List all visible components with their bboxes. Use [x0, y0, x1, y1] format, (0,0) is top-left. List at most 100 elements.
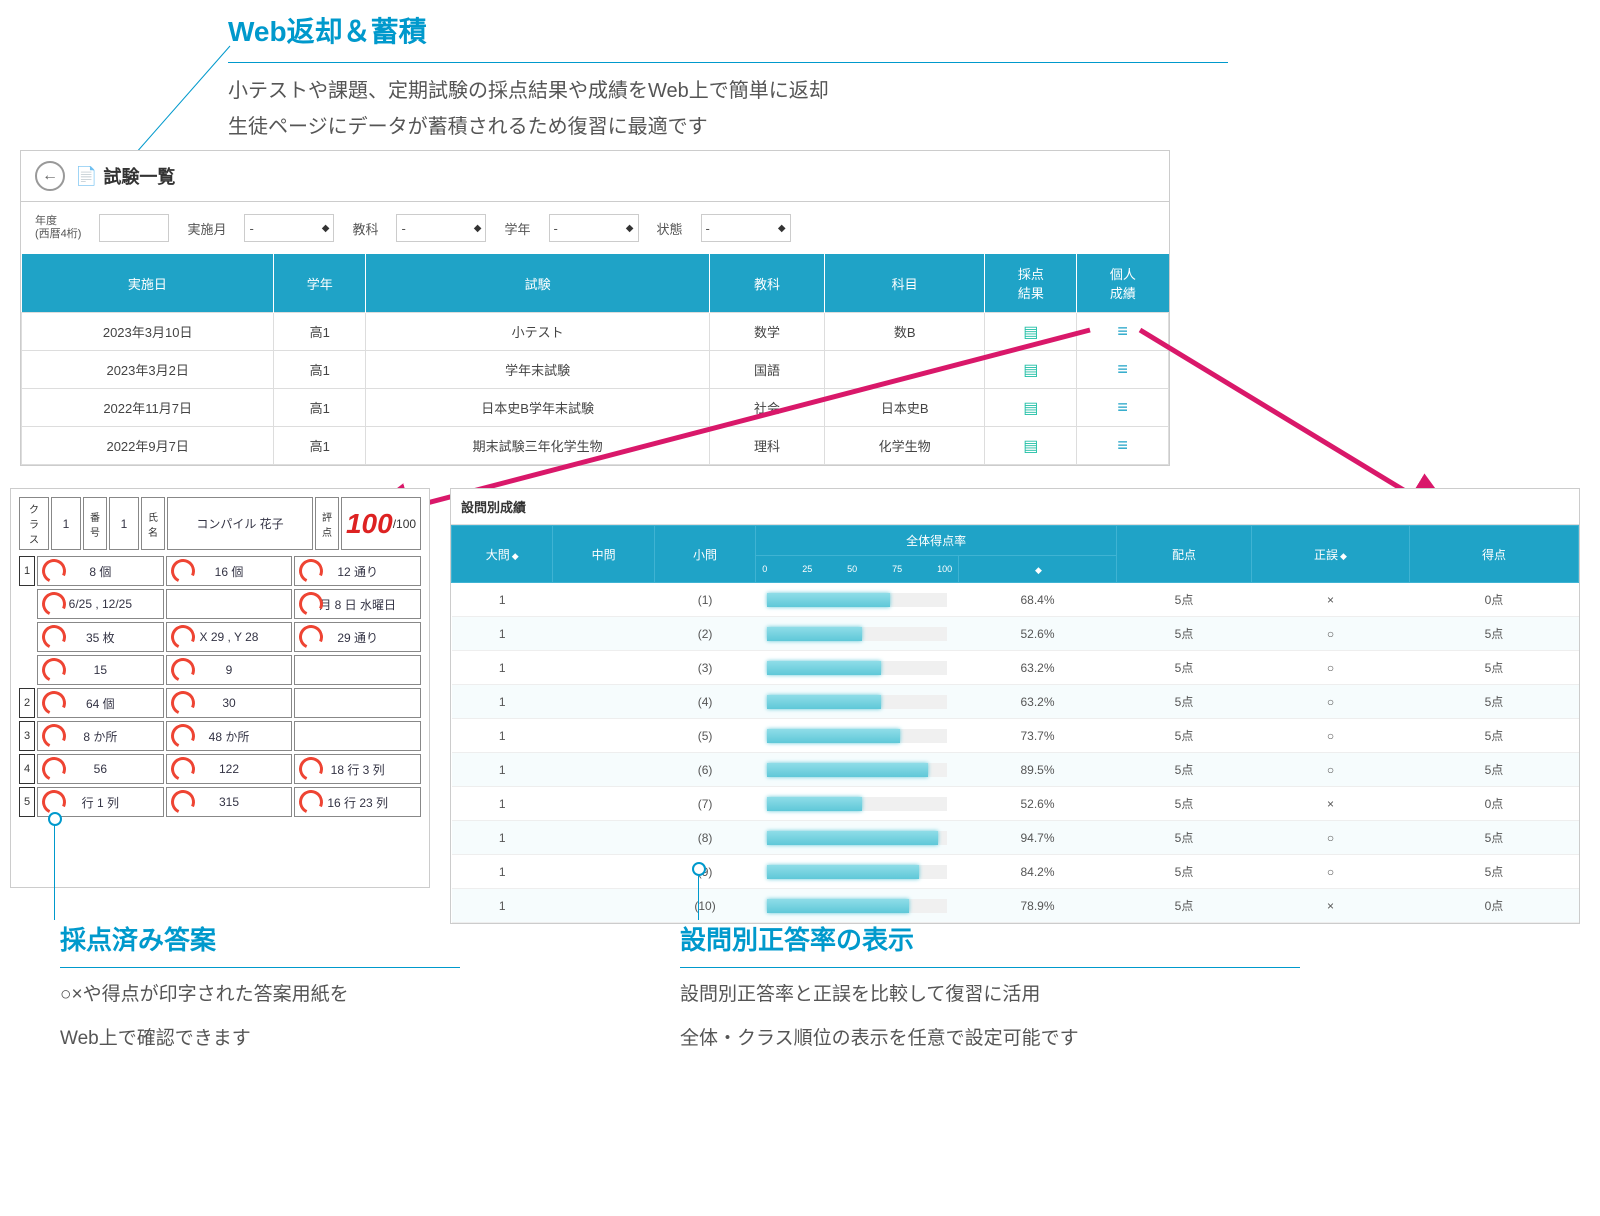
cell-exam: 期末試験三年化学生物 — [366, 427, 710, 465]
cell-exam: 小テスト — [366, 313, 710, 351]
grading-result-link[interactable]: ▤ — [985, 313, 1077, 351]
answer-row: 18 個16 個12 通り — [19, 556, 421, 586]
answer-text: 122 — [219, 762, 239, 776]
answer-cell: 29 通り — [294, 622, 421, 652]
year-input[interactable] — [99, 214, 169, 242]
qres-row: 1 (4) 63.2% 5点 ○ 5点 — [452, 685, 1579, 719]
qres-row: 1 (6) 89.5% 5点 ○ 5点 — [452, 753, 1579, 787]
qres-row: 1 (2) 52.6% 5点 ○ 5点 — [452, 617, 1579, 651]
cell-sub: (5) — [654, 719, 755, 753]
answer-cell: 18 行 3 列 — [294, 754, 421, 784]
cell-q: 1 — [452, 719, 553, 753]
class-value: 1 — [51, 497, 81, 550]
answer-text: 8 個 — [89, 563, 111, 580]
callout-br-body-2: 全体・クラス順位の表示を任意で設定可能です — [680, 1022, 1300, 1056]
cell-mid — [553, 753, 654, 787]
document-icon: 📄 — [75, 166, 97, 187]
graded-answer-sheet: クラス 1 番号 1 氏名 コンパイル 花子 評点 100/100 18 個16… — [10, 488, 430, 888]
cell-sub: (6) — [654, 753, 755, 787]
cell-date: 2023年3月2日 — [22, 351, 274, 389]
col-q[interactable]: 大問◆ — [452, 526, 553, 583]
status-select[interactable]: -◆ — [701, 214, 791, 242]
cell-bar — [756, 889, 959, 923]
cell-bar — [756, 821, 959, 855]
grading-result-link[interactable]: ▤ — [985, 351, 1077, 389]
personal-score-link[interactable]: ≡ — [1077, 427, 1169, 465]
question-number: 3 — [19, 721, 35, 751]
cell-score: 5点 — [1409, 685, 1578, 719]
exam-table-header: 実施日 学年 試験 教科 科目 採点結果 個人成績 — [22, 254, 1169, 313]
cell-rate: 52.6% — [959, 787, 1117, 821]
leader-line-br — [698, 870, 699, 920]
answer-text: 9 — [226, 663, 233, 677]
answer-text: X 29 , Y 28 — [200, 630, 259, 644]
grade-select[interactable]: -◆ — [549, 214, 639, 242]
cell-score: 0点 — [1409, 889, 1578, 923]
back-button[interactable]: ← — [35, 161, 65, 191]
cell-q: 1 — [452, 753, 553, 787]
cell-correct: ○ — [1252, 821, 1410, 855]
question-number: 1 — [19, 556, 35, 586]
answer-cell: 16 行 23 列 — [294, 787, 421, 817]
answer-row: 5 行 1 列 315 16 行 23 列 — [19, 787, 421, 817]
answer-text: 16 行 23 列 — [327, 794, 388, 811]
callout-bl-body-1: ○×や得点が印字された答案用紙を — [60, 978, 460, 1012]
col-exam: 試験 — [366, 254, 710, 313]
cell-q: 1 — [452, 651, 553, 685]
callout-br-title: 設問別正答率の表示 — [680, 920, 1300, 957]
month-select[interactable]: -◆ — [244, 214, 334, 242]
answer-cell — [166, 589, 293, 619]
cell-grade: 高1 — [274, 313, 366, 351]
leader-line-bl — [54, 820, 55, 920]
status-label: 状態 — [657, 219, 683, 238]
cell-correct: × — [1252, 787, 1410, 821]
answer-text: 15 — [94, 663, 107, 677]
cell-bar — [756, 753, 959, 787]
cell-course: 日本史B — [824, 389, 985, 427]
cell-mid — [553, 651, 654, 685]
answer-text: 315 — [219, 795, 239, 809]
exam-table: 実施日 学年 試験 教科 科目 採点結果 個人成績 2023年3月10日 高1 … — [21, 254, 1169, 465]
personal-score-link[interactable]: ≡ — [1077, 389, 1169, 427]
answer-text: 29 通り — [337, 629, 378, 646]
cell-correct: × — [1252, 889, 1410, 923]
question-results-panel: 設問別成績 大問◆ 中問 小問 全体得点率 配点 正誤◆ 得点 02550751… — [450, 488, 1580, 924]
callout-bl-body-2: Web上で確認できます — [60, 1022, 460, 1056]
cell-alloc: 5点 — [1116, 753, 1251, 787]
num-value: 1 — [109, 497, 139, 550]
correct-mark-icon — [167, 688, 198, 719]
cell-mid — [553, 821, 654, 855]
grading-result-link[interactable]: ▤ — [985, 427, 1077, 465]
answer-row: 6/25 , 12/25月 8 日 水曜日 — [19, 589, 421, 619]
personal-score-link[interactable]: ≡ — [1077, 351, 1169, 389]
answer-text: 行 1 列 — [82, 794, 119, 811]
col-grading-result: 採点結果 — [985, 254, 1077, 313]
answer-text: 12 通り — [337, 563, 378, 580]
question-number: 5 — [19, 787, 35, 817]
cell-sub: (10) — [654, 889, 755, 923]
answer-cell: 315 — [166, 787, 293, 817]
col-rate-sort[interactable]: ◆ — [959, 556, 1117, 583]
exam-list-panel: ← 📄 試験一覧 年度(西暦4桁) 実施月 -◆ 教科 -◆ 学年 -◆ 状態 … — [20, 150, 1170, 466]
callout-top: Web返却＆蓄積 小テストや課題、定期試験の採点結果や成績をWeb上で簡単に返却… — [228, 10, 1228, 145]
personal-score-link[interactable]: ≡ — [1077, 313, 1169, 351]
cell-bar — [756, 855, 959, 889]
cell-correct: ○ — [1252, 651, 1410, 685]
cell-alloc: 5点 — [1116, 617, 1251, 651]
subject-select[interactable]: -◆ — [396, 214, 486, 242]
grade-label: 学年 — [504, 219, 530, 238]
filter-row: 年度(西暦4桁) 実施月 -◆ 教科 -◆ 学年 -◆ 状態 -◆ — [21, 202, 1169, 254]
cell-mid — [553, 787, 654, 821]
grading-result-link[interactable]: ▤ — [985, 389, 1077, 427]
cell-rate: 84.2% — [959, 855, 1117, 889]
correct-mark-icon — [296, 754, 327, 785]
cell-subject: 社会 — [710, 389, 825, 427]
answer-row: 35 枚X 29 , Y 2829 通り — [19, 622, 421, 652]
col-correct[interactable]: 正誤◆ — [1252, 526, 1410, 583]
subject-label: 教科 — [352, 219, 378, 238]
list-icon: ≡ — [1117, 359, 1128, 379]
qres-row: 1 (10) 78.9% 5点 × 0点 — [452, 889, 1579, 923]
correct-mark-icon — [39, 556, 70, 587]
month-label: 実施月 — [187, 219, 226, 238]
exam-row: 2022年9月7日 高1 期末試験三年化学生物 理科 化学生物 ▤ ≡ — [22, 427, 1169, 465]
